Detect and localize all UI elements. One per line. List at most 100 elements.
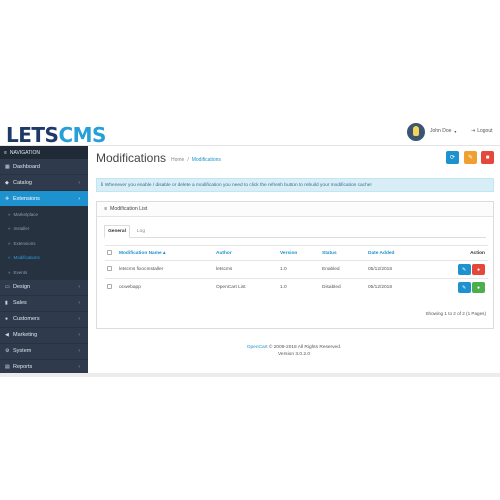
chevron-right-icon: › (78, 348, 80, 354)
column-header-author[interactable]: Author (216, 245, 280, 261)
cell-version: 1.0 (280, 260, 322, 279)
trash-icon: ■ (485, 154, 490, 161)
sidebar-item-sales[interactable]: ▮ Sales › (0, 296, 88, 312)
logout-icon: ⇥ (471, 128, 476, 134)
footer-copyright: © 2009-2018 All Rights Reserved. (267, 345, 342, 350)
bullet-icon: » (8, 211, 11, 217)
refresh-icon: ⟳ (449, 155, 456, 161)
sidebar-item-catalog[interactable]: ◆ Catalog › (0, 175, 88, 191)
cell-author: letscms (216, 260, 280, 279)
logo-text-part1: LETS (6, 123, 59, 147)
sidebar-subitem-marketplace[interactable]: » Marketplace (0, 207, 88, 222)
row-checkbox[interactable] (107, 266, 112, 271)
minus-circle-icon: ● (476, 266, 481, 273)
chevron-down-icon: › (78, 195, 80, 202)
sidebar-subitem-label: Modifications (13, 255, 40, 261)
user-name: John Doe (430, 128, 452, 134)
chevron-right-icon: › (78, 316, 80, 322)
sidebar-item-label: Dashboard (13, 163, 40, 170)
menu-icon: ≡ (4, 149, 7, 156)
table-row: letscms fixocInstaller letscms 1.0 Enabl… (105, 260, 488, 279)
top-header: LETS CMS John Doe ▾ ⇥ Logout (0, 118, 500, 146)
tab-general[interactable]: General (104, 225, 130, 238)
logo[interactable]: LETS CMS (6, 124, 106, 146)
row-checkbox[interactable] (107, 284, 112, 290)
scroll-strip (0, 373, 500, 377)
logo-text-part2: CMS (58, 123, 106, 147)
sidebar-item-marketing[interactable]: ◀ Marketing › (0, 328, 88, 344)
breadcrumb-home[interactable]: Home (171, 157, 184, 163)
modification-table: Modification Name ▴ Author Version Statu… (105, 245, 488, 297)
panel-heading: ≡ Modification List (97, 202, 493, 217)
select-all-checkbox[interactable] (107, 249, 112, 255)
sidebar-item-label: Marketing (13, 332, 38, 338)
sidebar-item-extensions[interactable]: ✚ Extensions › (0, 191, 88, 207)
delete-button[interactable]: ■ (481, 151, 494, 164)
main-content: Modifications Home / Modifications ⟳ ✎ ■… (88, 146, 500, 377)
edit-button[interactable]: ✎ (457, 264, 471, 275)
sidebar-item-label: Design (13, 284, 31, 290)
sidebar-item-label: Catalog (13, 179, 32, 186)
bullet-icon: » (8, 269, 11, 275)
cell-version: 1.0 (280, 278, 322, 297)
edit-button[interactable]: ✎ (457, 282, 471, 294)
cell-name: ocwebapp (119, 278, 216, 297)
pagination-info: Showing 1 to 2 of 2 (1 Pages) (425, 311, 486, 316)
nav-heading: ≡ NAVIGATION (0, 146, 88, 159)
column-header-version[interactable]: Version (280, 245, 322, 261)
megaphone-icon: ◀ (5, 332, 9, 338)
sidebar-subitem-label: Installer (13, 226, 30, 232)
sidebar-item-design[interactable]: ▭ Design › (0, 280, 88, 296)
enable-button[interactable]: ● (472, 282, 485, 294)
sidebar-item-customers[interactable]: ● Customers › (0, 312, 88, 328)
sidebar-subitem-label: Events (13, 269, 28, 275)
table-row: ocwebapp OpenCart List 1.0 Disabled 05/1… (105, 278, 488, 297)
cell-author: OpenCart List (216, 278, 280, 297)
sidebar-subitem-label: Marketplace (13, 211, 39, 217)
breadcrumb: Home / Modifications (171, 157, 221, 163)
sidebar-subitem-installer[interactable]: » Installer (0, 221, 88, 236)
cell-name: letscms fixocInstaller (119, 260, 216, 279)
column-header-status[interactable]: Status (322, 245, 368, 261)
chevron-right-icon: › (78, 364, 80, 370)
cell-status: Enabled (322, 260, 368, 279)
alert-text: Whenever you enable / disable or delete … (104, 182, 372, 188)
breadcrumb-current[interactable]: Modifications (192, 157, 221, 163)
info-alert: ℹ Whenever you enable / disable or delet… (96, 178, 494, 192)
select-all-cell (105, 245, 119, 261)
user-menu[interactable]: John Doe ▾ (430, 128, 456, 134)
sidebar-subitem-events[interactable]: » Events (0, 265, 88, 280)
sidebar-item-label: System (13, 348, 32, 354)
sidebar-item-label: Reports (13, 364, 33, 370)
chevron-right-icon: › (78, 179, 80, 186)
user-icon: ● (5, 316, 9, 322)
sidebar-item-dashboard[interactable]: ▦ Dashboard (0, 159, 88, 175)
footer-brand-link[interactable]: OpenCart (247, 345, 268, 350)
footer: OpenCart © 2009-2018 All Rights Reserved… (88, 344, 500, 358)
refresh-button[interactable]: ⟳ (446, 151, 459, 164)
column-header-name[interactable]: Modification Name ▴ (119, 245, 216, 261)
column-header-date[interactable]: Date Added (368, 245, 428, 261)
list-icon: ≡ (104, 206, 108, 212)
pencil-icon: ✎ (462, 284, 467, 291)
cell-date: 05/12/2018 (368, 278, 428, 297)
disable-button[interactable]: ● (472, 264, 485, 275)
cell-actions: ✎ ● (428, 260, 488, 279)
sidebar-subitem-modifications[interactable]: » Modifications (0, 250, 88, 265)
bullet-icon: » (8, 255, 11, 261)
bullet-icon: » (8, 226, 11, 232)
plus-circle-icon: ● (476, 284, 481, 291)
row-select-cell (105, 278, 119, 297)
logout-link[interactable]: ⇥ Logout (471, 128, 493, 134)
page-title: Modifications (96, 151, 167, 165)
tab-log[interactable]: Log (137, 225, 145, 238)
bulb-icon (413, 126, 419, 136)
sidebar-subitem-extensions[interactable]: » Extensions (0, 236, 88, 251)
sidebar-subitem-label: Extensions (13, 240, 36, 246)
bullet-icon: » (8, 240, 11, 246)
clear-log-button[interactable]: ✎ (464, 151, 477, 164)
avatar[interactable] (407, 123, 425, 141)
dashboard-icon: ▦ (5, 163, 10, 170)
chevron-right-icon: › (78, 332, 80, 338)
sidebar-item-system[interactable]: ⚙ System › (0, 344, 88, 360)
